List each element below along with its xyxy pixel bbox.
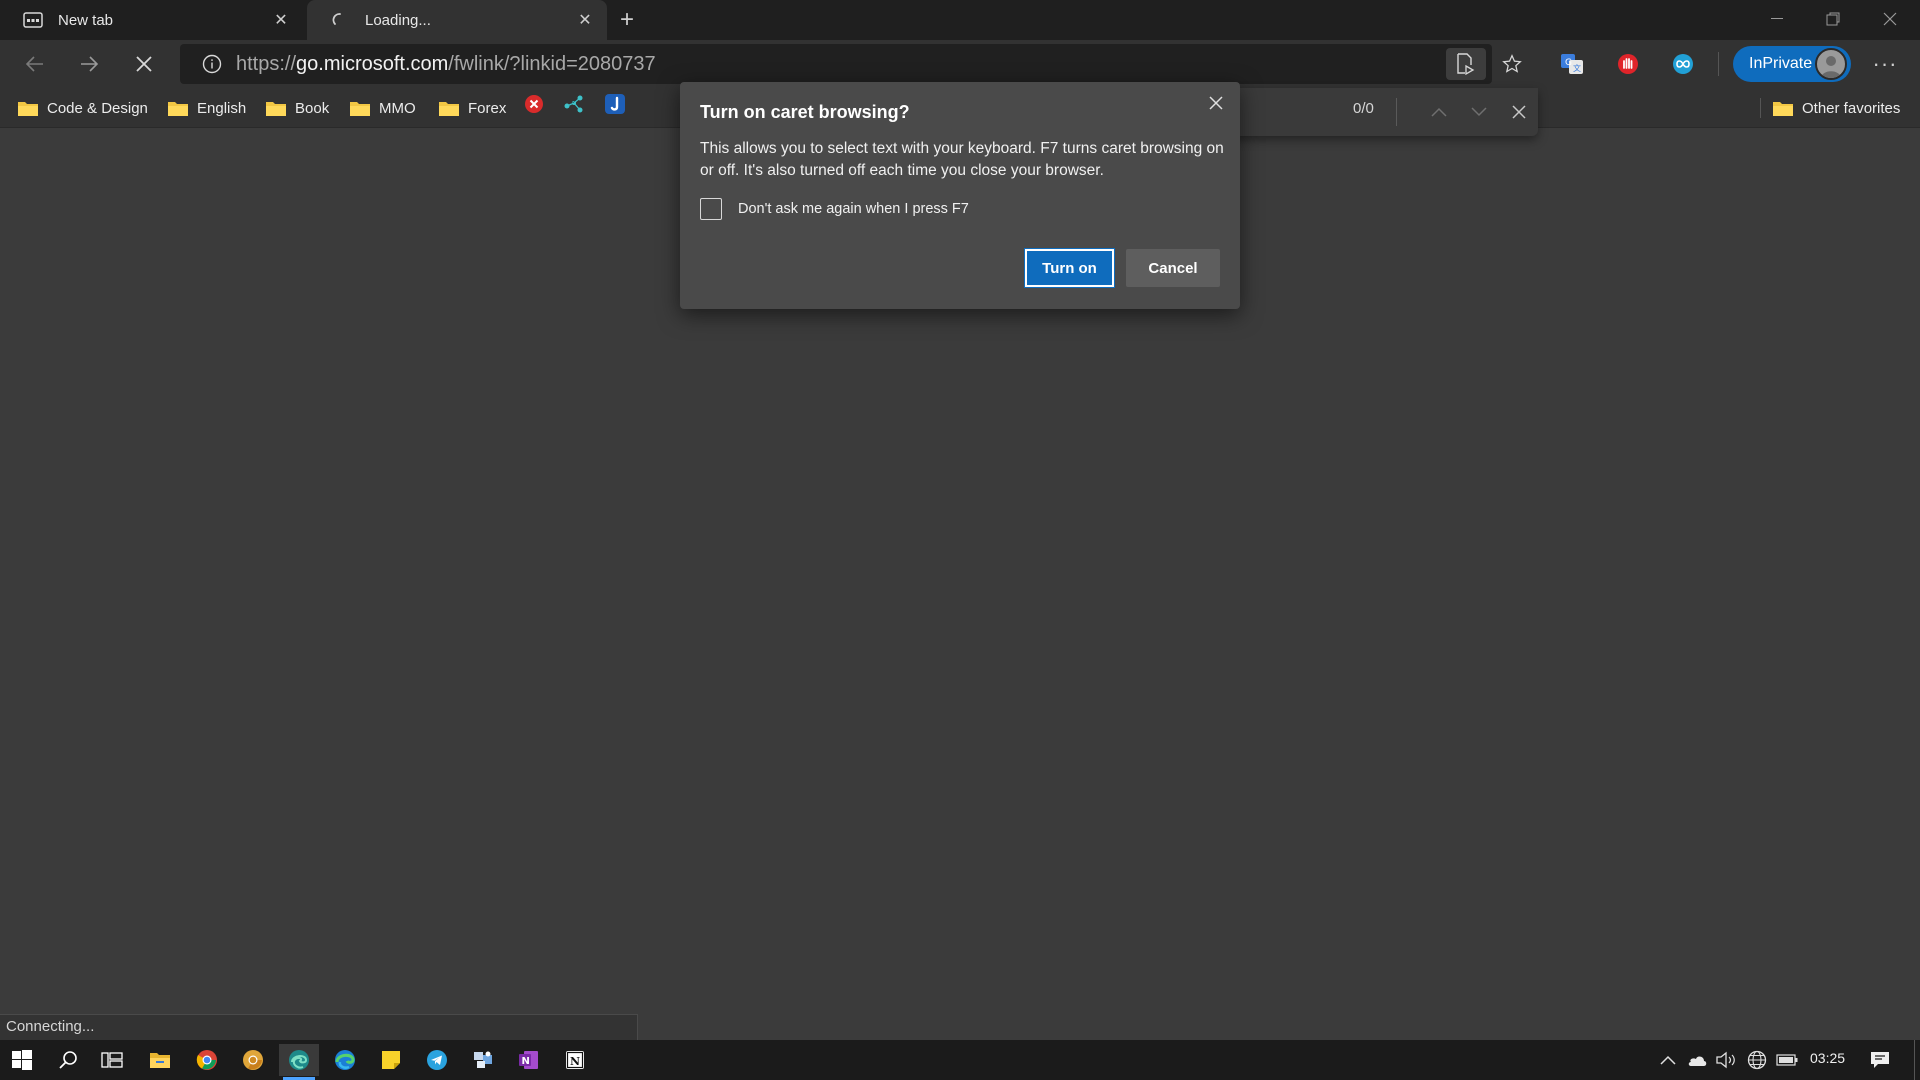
folder-icon	[266, 101, 286, 116]
close-window-button[interactable]	[1862, 0, 1918, 38]
favorite-label: Forex	[468, 99, 507, 117]
close-icon[interactable]: ✕	[269, 8, 293, 32]
edge-dev-icon[interactable]	[279, 1044, 319, 1080]
dont-ask-again-label[interactable]: Don't ask me again when I press F7	[738, 201, 969, 217]
adblock-extension-icon[interactable]	[1612, 48, 1644, 80]
tab-title: Loading...	[365, 11, 431, 29]
dont-ask-again-row[interactable]: Don't ask me again when I press F7	[700, 198, 969, 220]
edge-icon[interactable]	[325, 1044, 365, 1076]
svg-text:N: N	[570, 1055, 580, 1068]
close-icon[interactable]	[1505, 98, 1533, 126]
forward-button[interactable]	[71, 48, 107, 80]
onenote-icon[interactable]: N	[509, 1044, 549, 1076]
infinity-extension-icon[interactable]	[1667, 48, 1699, 80]
task-view-icon[interactable]	[92, 1044, 132, 1076]
close-icon[interactable]	[1203, 90, 1229, 116]
url-text[interactable]: https://go.microsoft.com/fwlink/?linkid=…	[236, 53, 656, 76]
taskbar: N N 03:25	[0, 1040, 1920, 1080]
close-icon[interactable]: ✕	[573, 8, 597, 32]
avatar	[1815, 48, 1847, 80]
favorite-label: English	[197, 99, 247, 117]
svg-text:N: N	[522, 1056, 530, 1067]
favorite-folder-book[interactable]: Book	[266, 94, 329, 122]
sticky-notes-icon[interactable]	[371, 1044, 411, 1076]
turn-on-button[interactable]: Turn on	[1024, 248, 1115, 288]
onedrive-cloud-icon[interactable]	[1685, 1048, 1709, 1072]
j-site-icon[interactable]	[603, 92, 627, 116]
folder-icon	[439, 101, 459, 116]
toolbar-separator	[1718, 52, 1719, 76]
find-match-count: 0/0	[1353, 100, 1374, 117]
file-explorer-icon[interactable]	[140, 1044, 180, 1076]
favorite-folder-code-design[interactable]: Code & Design	[18, 94, 148, 122]
favorite-folder-forex[interactable]: Forex	[439, 94, 506, 122]
minimize-button[interactable]	[1749, 0, 1805, 38]
chevron-up-icon[interactable]	[1656, 1048, 1680, 1072]
favorite-folder-english[interactable]: English	[168, 94, 246, 122]
folder-icon	[18, 101, 38, 116]
svg-text:文: 文	[1573, 63, 1581, 73]
url-host: go.microsoft.com	[296, 52, 449, 75]
dialog-title: Turn on caret browsing?	[700, 102, 910, 122]
translate-extension-icon[interactable]: G文	[1556, 48, 1588, 80]
folder-icon	[1773, 101, 1793, 116]
favorite-folder-mmo[interactable]: MMO	[350, 94, 416, 122]
tab-strip: New tab ✕ Loading... ✕ +	[0, 0, 1920, 40]
new-tab-page-icon	[22, 9, 44, 31]
folder-icon	[350, 101, 370, 116]
toolbar: https://go.microsoft.com/fwlink/?linkid=…	[0, 40, 1920, 88]
find-separator	[1396, 98, 1397, 126]
windows-start-icon[interactable]	[2, 1044, 42, 1076]
inprivate-label: InPrivate	[1749, 55, 1813, 72]
favorites-separator	[1760, 98, 1761, 118]
share-nodes-icon[interactable]	[562, 92, 586, 116]
globe-network-icon[interactable]	[1745, 1048, 1769, 1072]
url-path: /fwlink/?linkid=2080737	[448, 52, 656, 75]
battery-icon[interactable]	[1775, 1048, 1799, 1072]
dialog-message: This allows you to select text with your…	[700, 140, 1224, 179]
favorite-star-icon[interactable]	[1494, 48, 1530, 80]
back-button[interactable]	[17, 48, 53, 80]
search-icon[interactable]	[48, 1044, 88, 1076]
notification-center-icon[interactable]	[1866, 1046, 1894, 1074]
url-prefix: https://	[236, 52, 297, 75]
tab-title: New tab	[58, 11, 114, 29]
notion-icon[interactable]: N	[555, 1044, 595, 1076]
restore-button[interactable]	[1805, 0, 1861, 38]
other-favorites-label: Other favorites	[1802, 99, 1901, 117]
x-site-icon[interactable]	[522, 92, 546, 116]
stop-loading-button[interactable]	[126, 48, 162, 80]
reading-mode-icon[interactable]	[1446, 48, 1486, 80]
chrome-icon[interactable]	[187, 1044, 227, 1076]
cancel-button[interactable]: Cancel	[1126, 249, 1220, 287]
favorite-label: MMO	[379, 99, 416, 117]
volume-icon[interactable]	[1714, 1048, 1738, 1072]
other-favorites-folder[interactable]: Other favorites	[1773, 94, 1900, 122]
chevron-down-icon[interactable]	[1465, 98, 1493, 126]
inprivate-button[interactable]: InPrivate	[1733, 46, 1851, 82]
show-desktop-button[interactable]	[1914, 1040, 1915, 1080]
caret-browsing-dialog: Turn on caret browsing? This allows you …	[680, 82, 1240, 309]
new-tab-button[interactable]: +	[612, 6, 642, 34]
svg-text:G: G	[1565, 58, 1572, 68]
app-icon[interactable]	[463, 1044, 503, 1076]
status-bar: Connecting...	[0, 1014, 638, 1040]
favorite-label: Book	[295, 99, 330, 117]
loading-spinner-icon	[329, 9, 351, 31]
settings-more-button[interactable]: ···	[1865, 48, 1905, 80]
favorite-label: Code & Design	[47, 99, 148, 117]
chrome-canary-icon[interactable]	[233, 1044, 273, 1076]
site-info-icon[interactable]	[192, 44, 232, 84]
chevron-up-icon[interactable]	[1425, 98, 1453, 126]
telegram-icon[interactable]	[417, 1044, 457, 1076]
tab-loading[interactable]: Loading... ✕	[307, 0, 607, 40]
folder-icon	[168, 101, 188, 116]
taskbar-clock[interactable]: 03:25	[1810, 1050, 1845, 1066]
address-bar[interactable]: https://go.microsoft.com/fwlink/?linkid=…	[180, 44, 1492, 84]
tab-new-tab[interactable]: New tab ✕	[0, 0, 303, 40]
dont-ask-again-checkbox[interactable]	[700, 198, 722, 220]
